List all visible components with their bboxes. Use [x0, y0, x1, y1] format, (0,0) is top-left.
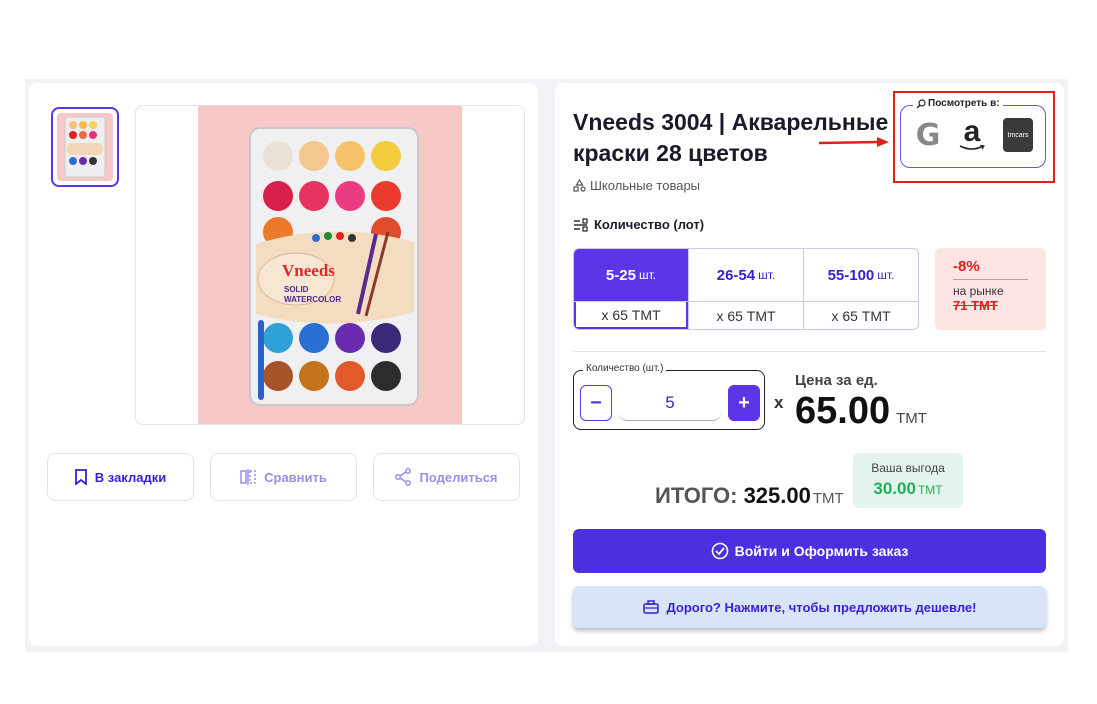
svg-text:WATERCOLOR: WATERCOLOR — [284, 295, 341, 304]
old-price: 71 ТМТ — [953, 298, 998, 313]
category-label: Школьные товары — [590, 178, 701, 193]
quantity-input[interactable] — [618, 385, 722, 421]
compare-icon — [240, 469, 256, 485]
unit-price: 65.00 ТМТ — [795, 390, 927, 432]
bookmark-icon — [74, 469, 87, 485]
share-label: Поделиться — [419, 469, 498, 485]
highlight-frame — [893, 91, 1055, 183]
discount-percent: -8% — [953, 258, 980, 275]
product-image[interactable]: Vneeds SOLID WATERCOLOR — [135, 105, 525, 425]
product-thumbnail[interactable] — [51, 107, 119, 187]
bookmark-label: В закладки — [94, 469, 167, 485]
quantity-heading: Количество (лот) — [573, 217, 704, 232]
offer-price-button[interactable]: Дорого? Нажмите, чтобы предложить дешевл… — [573, 586, 1046, 628]
list-filter-icon — [574, 217, 588, 232]
login-order-button[interactable]: Войти и Оформить заказ — [573, 529, 1046, 573]
shapes-icon — [573, 179, 586, 192]
watercolor-palette-image: Vneeds SOLID WATERCOLOR — [249, 127, 419, 406]
total-price: ИТОГО: 325.00 ТМТ — [655, 483, 844, 508]
unit-price-label: Цена за ед. — [795, 372, 878, 389]
increase-button[interactable]: + — [728, 385, 760, 421]
market-price-badge: -8% на рынке 71 ТМТ — [935, 248, 1046, 330]
svg-text:SOLID: SOLID — [284, 285, 309, 294]
share-icon — [395, 468, 412, 486]
check-circle-icon — [711, 542, 728, 560]
details-card: Vneeds 3004 | Акварельные краски 28 цвет… — [555, 83, 1064, 646]
compare-button[interactable]: Сравнить — [210, 453, 357, 501]
quantity-field-label: Количество (шт.) — [583, 363, 667, 374]
quantity-stepper: Количество (шт.) − + — [573, 363, 765, 430]
tier-option[interactable]: 26-54 шт. x 65 ТМТ — [689, 249, 804, 329]
market-label: на рынке — [953, 284, 1004, 298]
svg-text:Vneeds: Vneeds — [282, 261, 335, 280]
briefcase-icon — [642, 600, 659, 614]
savings-badge: Ваша выгода 30.00 ТМТ — [853, 453, 963, 508]
quantity-tiers: 5-25 шт. x 65 ТМТ 26-54 шт. x 65 ТМТ 55-10… — [573, 248, 919, 330]
tier-option[interactable]: 5-25 шт. x 65 ТМТ — [574, 249, 689, 329]
product-page: Vneeds SOLID WATERCOLOR В закладки Сравн… — [25, 79, 1068, 652]
share-button[interactable]: Поделиться — [373, 453, 520, 501]
multiply-sign: x — [774, 393, 784, 412]
tier-option[interactable]: 55-100 шт. x 65 ТМТ — [804, 249, 918, 329]
red-arrow-icon — [819, 137, 889, 147]
divider — [573, 351, 1046, 352]
bookmark-button[interactable]: В закладки — [47, 453, 194, 501]
compare-label: Сравнить — [264, 469, 327, 485]
gallery-card: Vneeds SOLID WATERCOLOR В закладки Сравн… — [29, 83, 538, 646]
category-link[interactable]: Школьные товары — [573, 178, 700, 193]
thumbnail-image — [64, 116, 106, 178]
decrease-button[interactable]: − — [580, 385, 612, 421]
